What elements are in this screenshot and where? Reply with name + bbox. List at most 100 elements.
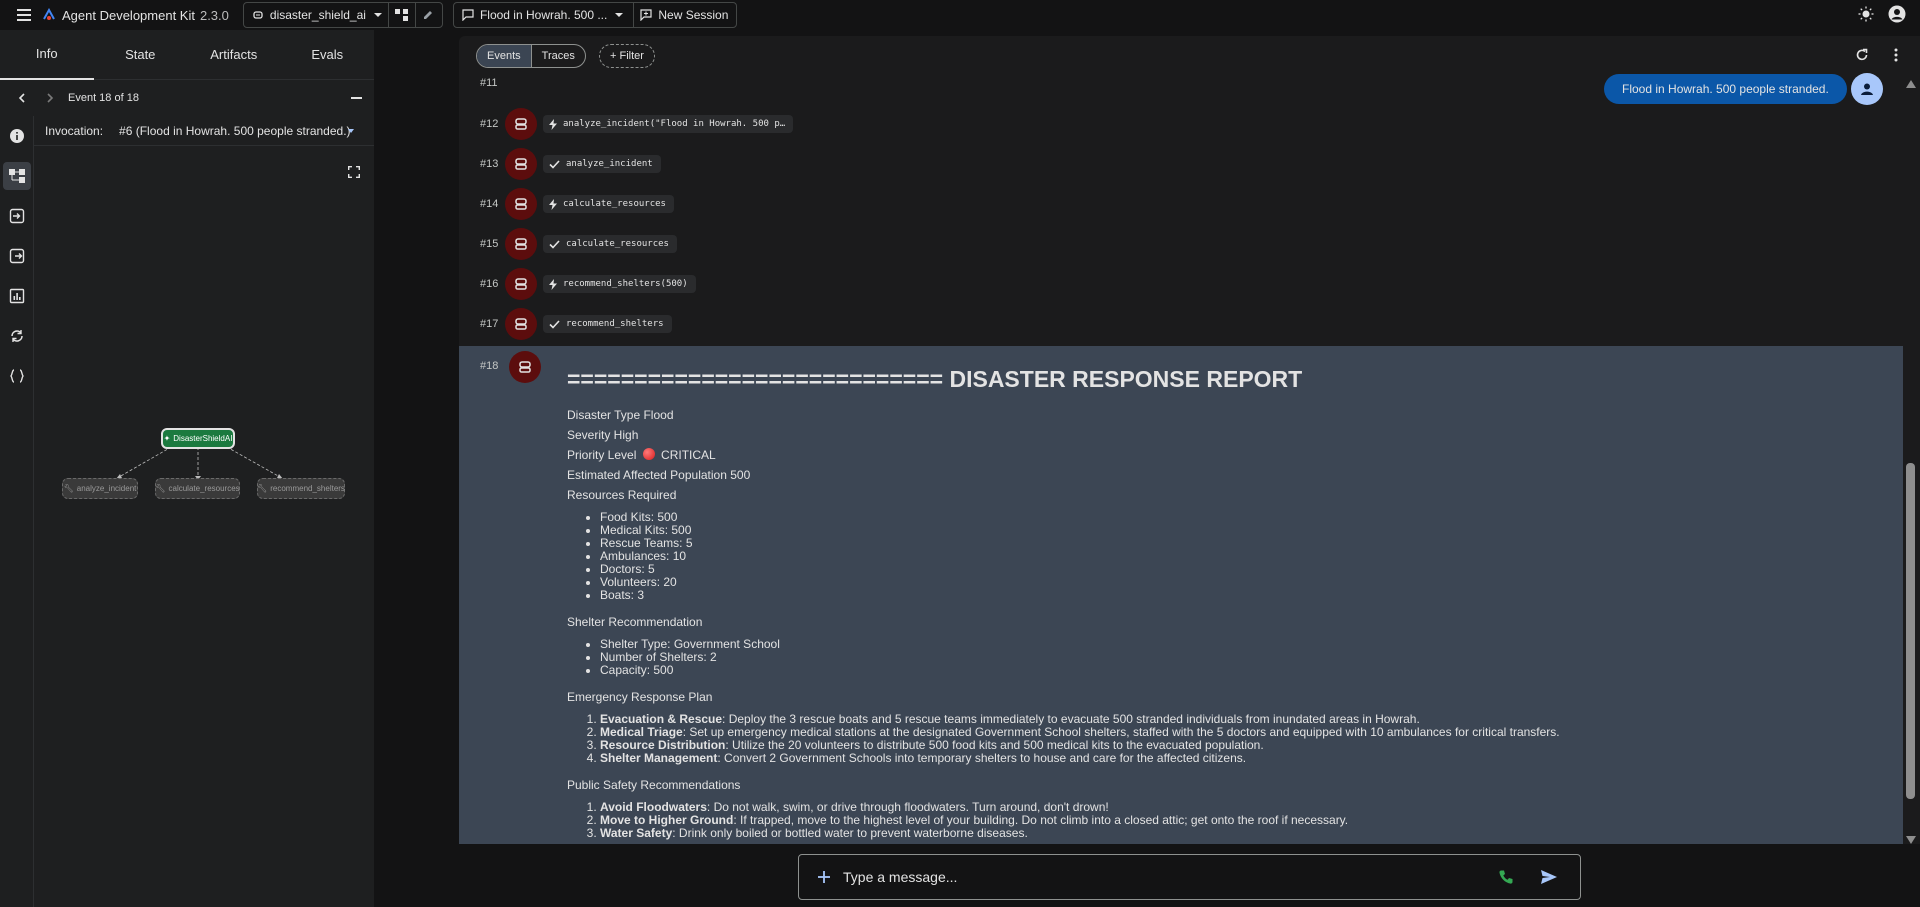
function-response-chip[interactable]: analyze_incident xyxy=(543,155,661,173)
more-vert-icon[interactable] xyxy=(1893,47,1899,63)
add-icon[interactable] xyxy=(817,870,831,884)
theme-toggle-icon[interactable] xyxy=(1858,6,1874,22)
refresh-icon[interactable] xyxy=(1855,48,1869,62)
filter-button[interactable]: + Filter xyxy=(599,44,655,68)
invocation-selector[interactable]: Invocation: #6 (Flood in Howrah. 500 peo… xyxy=(34,116,374,146)
shelter-title: Shelter Recommendation xyxy=(567,615,703,629)
agent-avatar xyxy=(505,268,537,300)
app-version: 2.3.0 xyxy=(199,7,229,23)
edit-icon[interactable] xyxy=(422,9,434,21)
function-response-chip[interactable]: recommend_shelters xyxy=(543,315,672,333)
event-row[interactable]: #14 calculate_resources xyxy=(459,184,674,224)
function-response-chip[interactable]: calculate_resources xyxy=(543,235,677,253)
safety-title: Public Safety Recommendations xyxy=(567,778,741,792)
robot-icon xyxy=(519,361,531,373)
agent-avatar xyxy=(505,308,537,340)
tab-artifacts[interactable]: Artifacts xyxy=(187,31,281,79)
robot-icon xyxy=(515,318,527,330)
check-icon xyxy=(549,319,560,329)
agent-selector[interactable]: disaster_shield_ai xyxy=(242,2,443,28)
event-number: #14 xyxy=(480,198,499,210)
robot-icon xyxy=(253,11,263,19)
report-heading: ============================ DISASTER RE… xyxy=(567,366,1303,392)
resources-title: Resources Required xyxy=(567,488,677,502)
robot-icon xyxy=(515,238,527,250)
list-item: Rescue Teams: 5 xyxy=(600,537,1887,550)
list-item: Doctors: 5 xyxy=(600,563,1887,576)
account-icon[interactable] xyxy=(1888,5,1906,23)
analytics-icon[interactable] xyxy=(3,282,31,310)
plan-list: Evacuation & Rescue: Deploy the 3 rescue… xyxy=(600,713,1887,765)
event-number: #11 xyxy=(480,77,498,89)
event-row[interactable]: #13 analyze_incident xyxy=(459,144,661,184)
chevron-left-icon[interactable] xyxy=(16,92,28,104)
sync-icon[interactable] xyxy=(3,322,31,350)
graph-icon[interactable] xyxy=(394,9,409,21)
top-bar: Agent Development Kit 2.3.0 disaster_shi… xyxy=(0,0,1920,30)
event-row[interactable]: #16 recommend_shelters(500) xyxy=(459,264,696,304)
list-item: Number of Shelters: 2 xyxy=(600,651,1887,664)
wrench-icon: 🔧︎ xyxy=(63,484,74,493)
event-number: #16 xyxy=(480,278,499,290)
graph-node-tool[interactable]: 🔧︎ analyze_incident xyxy=(62,478,138,499)
session-selector[interactable]: Flood in Howrah. 500 ... New Session xyxy=(452,2,738,28)
message-input[interactable] xyxy=(843,869,1498,885)
resources-list: Food Kits: 500Medical Kits: 500Rescue Te… xyxy=(600,511,1887,602)
list-item: Food Kits: 500 xyxy=(600,511,1887,524)
agent-avatar xyxy=(509,351,541,383)
agent-graph: ✦ DisasterShieldAI 🔧︎ analyze_incident 🔧︎ c… xyxy=(34,146,374,907)
affected-population: Estimated Affected Population 500 xyxy=(567,468,751,482)
event-row[interactable]: #15 calculate_resources xyxy=(459,224,677,264)
function-call-chip[interactable]: calculate_resources xyxy=(543,195,674,213)
sparkle-icon: ✦ xyxy=(163,434,171,443)
event-navigator: Event 18 of 18 xyxy=(0,80,374,116)
session-title: Flood in Howrah. 500 ... xyxy=(479,8,608,22)
user-message-bubble[interactable]: Flood in Howrah. 500 people stranded. xyxy=(1604,74,1847,104)
safety-list: Avoid Floodwaters: Do not walk, swim, or… xyxy=(600,801,1887,840)
robot-icon xyxy=(515,118,527,130)
new-session-button[interactable]: New Session xyxy=(658,8,728,22)
side-tabs: Info State Artifacts Evals xyxy=(0,30,374,80)
code-braces-icon[interactable] xyxy=(3,362,31,390)
message-composer xyxy=(798,854,1581,900)
graph-node-tool[interactable]: 🔧︎ calculate_resources xyxy=(155,478,240,499)
bolt-icon xyxy=(549,118,557,130)
app-title: Agent Development Kit xyxy=(62,7,195,23)
send-icon[interactable] xyxy=(1540,869,1558,885)
chevron-down-icon xyxy=(615,13,624,17)
side-rail xyxy=(0,116,34,907)
event-row[interactable]: #17 recommend_shelters xyxy=(459,304,672,344)
tab-evals[interactable]: Evals xyxy=(281,31,375,79)
agent-avatar xyxy=(505,148,537,180)
robot-icon xyxy=(515,278,527,290)
robot-icon xyxy=(515,158,527,170)
list-item: Ambulances: 10 xyxy=(600,550,1887,563)
event-number: #17 xyxy=(480,318,499,330)
input-icon[interactable] xyxy=(3,202,31,230)
graph-view-icon[interactable] xyxy=(3,162,31,190)
graph-node-tool[interactable]: 🔧︎ recommend_shelters xyxy=(257,478,345,499)
output-icon[interactable] xyxy=(3,242,31,270)
graph-node-root[interactable]: ✦ DisasterShieldAI xyxy=(161,428,235,449)
phone-icon[interactable] xyxy=(1498,869,1514,885)
tab-info[interactable]: Info xyxy=(0,30,94,80)
agent-response: #18 ============================ DISASTE… xyxy=(459,346,1903,844)
events-toggle[interactable]: Events xyxy=(477,45,531,67)
robot-icon xyxy=(515,198,527,210)
function-call-chip[interactable]: analyze_incident("Flood in Howrah. 500 p… xyxy=(543,115,794,133)
event-number: #12 xyxy=(480,118,499,130)
minimize-icon[interactable] xyxy=(351,97,362,99)
tab-state[interactable]: State xyxy=(94,31,188,79)
bolt-icon xyxy=(549,278,557,290)
function-call-chip[interactable]: recommend_shelters(500) xyxy=(543,275,696,293)
report-content: ============================ DISASTER RE… xyxy=(567,366,1887,844)
list-item: Boats: 3 xyxy=(600,589,1887,602)
list-item: Volunteers: 20 xyxy=(600,576,1887,589)
info-icon[interactable] xyxy=(3,122,31,150)
chevron-right-icon[interactable] xyxy=(44,92,56,104)
event-row[interactable]: #12 analyze_incident("Flood in Howrah. 50… xyxy=(459,104,794,144)
traces-toggle[interactable]: Traces xyxy=(530,45,585,67)
user-avatar xyxy=(1851,73,1883,105)
menu-icon[interactable] xyxy=(14,5,34,25)
scrollbar-thumb[interactable] xyxy=(1906,463,1915,799)
